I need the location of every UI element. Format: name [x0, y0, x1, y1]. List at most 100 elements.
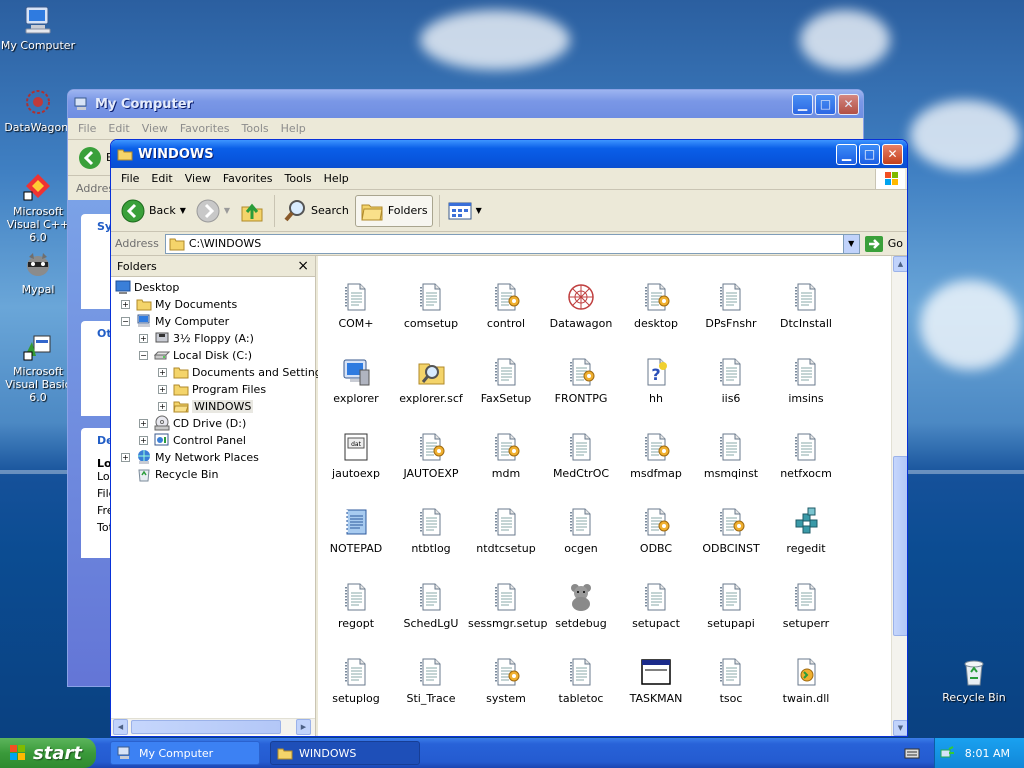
file-item[interactable]: desktop — [618, 281, 694, 330]
taskbar-button-windows[interactable]: WINDOWS — [270, 741, 420, 765]
menu-file[interactable]: File — [115, 172, 145, 185]
network-status-icon[interactable] — [939, 745, 955, 761]
chevron-down-icon[interactable]: ▼ — [842, 234, 859, 253]
file-item[interactable]: COM+ — [318, 281, 394, 330]
keyboard-icon[interactable] — [904, 746, 920, 760]
views-button[interactable]: ▼ — [444, 198, 486, 224]
forward-button[interactable]: ▼ — [192, 196, 234, 226]
file-item[interactable]: twain.dll — [768, 656, 844, 705]
collapse-icon[interactable]: − — [139, 350, 148, 360]
menu-favorites[interactable]: Favorites — [174, 122, 236, 135]
menu-file[interactable]: File — [72, 122, 102, 135]
close-button[interactable]: ✕ — [838, 93, 859, 115]
minimize-button[interactable]: ▁ — [836, 143, 857, 165]
address-input[interactable]: C:\WINDOWS ▼ — [164, 233, 860, 254]
file-item[interactable]: ? hh — [618, 356, 694, 405]
close-icon[interactable]: × — [297, 258, 309, 274]
chevron-down-icon[interactable]: ▼ — [476, 206, 482, 215]
back-arrow-icon[interactable] — [78, 146, 102, 170]
file-item[interactable]: dat jautoexp — [318, 431, 394, 480]
file-item[interactable]: sessmgr.setup — [468, 581, 547, 630]
title-bar[interactable]: My Computer ▁ □ ✕ — [68, 90, 863, 118]
tree-item-recycle-bin[interactable]: Recycle Bin — [136, 466, 218, 482]
menu-view[interactable]: View — [179, 172, 217, 185]
scroll-thumb[interactable] — [131, 720, 281, 734]
file-item[interactable]: system — [468, 656, 544, 705]
file-item[interactable]: FRONTPG — [543, 356, 619, 405]
collapse-icon[interactable]: − — [121, 316, 130, 326]
file-item[interactable]: tsoc — [693, 656, 769, 705]
file-item[interactable]: setuperr — [768, 581, 844, 630]
file-item[interactable]: setupact — [618, 581, 694, 630]
title-bar[interactable]: WINDOWS ▁ □ ✕ — [111, 140, 907, 168]
file-item[interactable]: msdfmap — [618, 431, 694, 480]
tree-item-my-documents[interactable]: + My Documents — [121, 296, 237, 312]
tree-item-documents-and-settings[interactable]: + Documents and Settings — [158, 364, 328, 380]
desktop-icon-mypal[interactable]: Mypal — [0, 248, 76, 296]
file-item[interactable]: ntbtlog — [393, 506, 469, 555]
file-item[interactable]: setdebug — [543, 581, 619, 630]
file-item[interactable]: ocgen — [543, 506, 619, 555]
file-item[interactable]: DtcInstall — [768, 281, 844, 330]
expand-icon[interactable]: + — [121, 299, 130, 309]
file-item[interactable]: imsins — [768, 356, 844, 405]
search-button[interactable]: Search — [279, 196, 353, 226]
file-item[interactable]: JAUTOEXP — [393, 431, 469, 480]
file-item[interactable]: netfxocm — [768, 431, 844, 480]
up-folder-button[interactable] — [236, 196, 268, 226]
file-item[interactable]: mdm — [468, 431, 544, 480]
menu-edit[interactable]: Edit — [145, 172, 178, 185]
file-item[interactable]: ODBC — [618, 506, 694, 555]
desktop-icon-recycle-bin[interactable]: Recycle Bin — [936, 656, 1012, 704]
scroll-down-button[interactable]: ▼ — [893, 720, 907, 736]
file-item[interactable]: Datawagon — [543, 281, 619, 330]
menu-tools[interactable]: Tools — [236, 122, 275, 135]
horizontal-scrollbar[interactable]: ◀ ▶ — [111, 718, 315, 735]
file-item[interactable]: msmqinst — [693, 431, 769, 480]
file-item[interactable]: ODBCINST — [693, 506, 769, 555]
file-item[interactable]: iis6 — [693, 356, 769, 405]
taskbar-button-my-computer[interactable]: My Computer — [110, 741, 260, 765]
tree-item-desktop[interactable]: Desktop — [115, 279, 179, 295]
vertical-scrollbar[interactable]: ▲ ▼ — [891, 256, 907, 736]
expand-icon[interactable]: + — [158, 367, 167, 377]
file-item[interactable]: FaxSetup — [468, 356, 544, 405]
menu-edit[interactable]: Edit — [102, 122, 135, 135]
tree-item-windows[interactable]: + WINDOWS — [158, 398, 254, 414]
file-item[interactable]: regopt — [318, 581, 394, 630]
file-item[interactable]: tabletoc — [543, 656, 619, 705]
menu-tools[interactable]: Tools — [279, 172, 318, 185]
file-item[interactable]: explorer — [318, 356, 394, 405]
tree-item-control-panel[interactable]: + Control Panel — [139, 432, 246, 448]
menu-view[interactable]: View — [136, 122, 174, 135]
chevron-down-icon[interactable]: ▼ — [224, 206, 230, 215]
folders-button[interactable]: Folders — [354, 194, 433, 227]
file-item[interactable]: comsetup — [393, 281, 469, 330]
expand-icon[interactable]: + — [121, 452, 130, 462]
desktop-icon-my-computer[interactable]: My Computer — [0, 4, 76, 52]
scroll-thumb[interactable] — [893, 456, 907, 636]
menu-help[interactable]: Help — [318, 172, 355, 185]
file-item[interactable]: setupapi — [693, 581, 769, 630]
desktop-icon-visual-basic[interactable]: Microsoft Visual Basic 6.0 — [0, 330, 76, 404]
file-item[interactable]: DPsFnshr — [693, 281, 769, 330]
scroll-right-button[interactable]: ▶ — [296, 719, 311, 735]
tree-item-floppy[interactable]: + 3½ Floppy (A:) — [139, 330, 254, 346]
close-button[interactable]: ✕ — [882, 143, 903, 165]
desktop-icon-datawagon[interactable]: DataWagon. — [0, 86, 76, 134]
file-item[interactable]: TASKMAN — [618, 656, 694, 705]
expand-icon[interactable]: + — [158, 401, 167, 411]
go-button[interactable]: Go — [864, 235, 903, 253]
tree-item-local-disk[interactable]: − Local Disk (C:) — [139, 347, 252, 363]
file-item[interactable]: ntdtcsetup — [468, 506, 544, 555]
file-item[interactable]: MedCtrOC — [543, 431, 619, 480]
file-item[interactable]: NOTEPAD — [318, 506, 394, 555]
expand-icon[interactable]: + — [139, 418, 148, 428]
file-item[interactable]: SchedLgU — [393, 581, 469, 630]
tree-item-my-computer[interactable]: − My Computer — [121, 313, 229, 329]
scroll-up-button[interactable]: ▲ — [893, 256, 907, 272]
file-item[interactable]: Sti_Trace — [393, 656, 469, 705]
windows-folder-window[interactable]: WINDOWS ▁ □ ✕ File Edit View Favorites T… — [110, 139, 908, 737]
desktop-icon-visual-cpp[interactable]: Microsoft Visual C++ 6.0 — [0, 170, 76, 244]
expand-icon[interactable]: + — [139, 333, 148, 343]
